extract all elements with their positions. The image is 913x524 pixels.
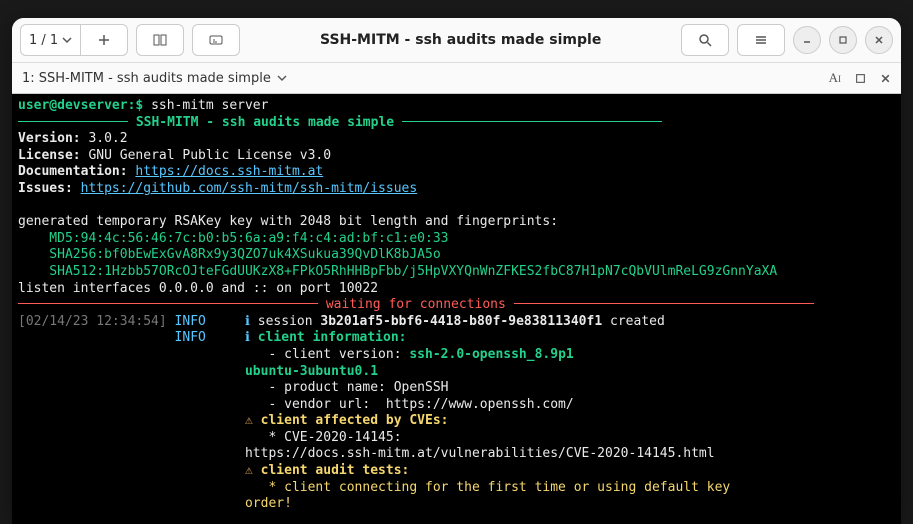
audit-item: * client connecting for the first time o…: [245, 480, 730, 495]
log-level: INFO: [175, 314, 206, 329]
fp-md5: MD5:94:4c:56:46:7c:b0:b5:6a:a9:f4:c4:ad:…: [18, 231, 895, 248]
minimize-icon: [802, 35, 812, 45]
audit-order: order!: [245, 496, 292, 511]
title-bar: 1 / 1 SSH-MITM - ssh audits made simple: [12, 18, 901, 63]
split-icon: [153, 33, 167, 47]
license-label: License:: [18, 148, 81, 163]
broadcast-button[interactable]: [192, 24, 240, 56]
info-icon: ℹ: [245, 330, 250, 345]
app-window: 1 / 1 SSH-MITM - ssh audits made simple: [12, 18, 901, 524]
tab-close-button[interactable]: [880, 73, 891, 84]
pager-label: 1 / 1: [29, 33, 58, 48]
new-tab-button[interactable]: [80, 24, 128, 56]
pager-group: 1 / 1: [20, 24, 128, 56]
menu-button[interactable]: [737, 24, 785, 56]
log-level: INFO: [175, 330, 206, 345]
issues-link[interactable]: https://github.com/ssh-mitm/ssh-mitm/iss…: [81, 181, 418, 196]
license: GNU General Public License v3.0: [81, 148, 331, 163]
session-pre: session: [258, 314, 321, 329]
maximize-button[interactable]: [829, 26, 857, 54]
client-info-header: client information:: [258, 330, 407, 345]
fp-sha256: SHA256:bf0bEwExGvA8Rx9y3QZO7uk4XSukua39Q…: [18, 247, 895, 264]
cve-header: client affected by CVEs:: [261, 413, 449, 428]
search-icon: [698, 33, 712, 47]
banner: SSH-MITM - ssh audits made simple: [128, 115, 402, 130]
split-button[interactable]: [136, 24, 184, 56]
rule-icon: [402, 121, 662, 122]
version-label: Version:: [18, 131, 81, 146]
gen-line: generated temporary RSAKey key with 2048…: [18, 214, 895, 231]
cve-item: * CVE-2020-14145:: [245, 430, 402, 445]
audit-header: client audit tests:: [261, 463, 410, 478]
rule-icon: [514, 303, 814, 304]
client-version-label: - client version:: [245, 347, 409, 362]
prompt: user@devserver:$: [18, 98, 151, 113]
client-version-ubuntu: ubuntu-3ubuntu0.1: [245, 364, 378, 379]
font-size-button[interactable]: AI: [829, 70, 841, 86]
client-version: ssh-2.0-openssh_8.9p1: [409, 347, 573, 362]
doc-label: Documentation:: [18, 164, 128, 179]
timestamp: [02/14/23 12:34:54]: [18, 314, 167, 329]
doc-link[interactable]: https://docs.ssh-mitm.at: [135, 164, 323, 179]
window-title: SSH-MITM - ssh audits made simple: [248, 32, 673, 48]
tab-bar: 1: SSH-MITM - ssh audits made simple AI: [12, 63, 901, 94]
vendor-line: - vendor url: https://www.openssh.com/: [245, 397, 574, 412]
hamburger-icon: [754, 33, 768, 47]
rule-icon: [18, 303, 318, 304]
search-button[interactable]: [681, 24, 729, 56]
rule-icon: [18, 121, 128, 122]
maximize-icon: [838, 35, 848, 45]
warning-icon: ⚠: [245, 413, 253, 428]
chevron-down-icon: [62, 35, 72, 45]
window-controls: [793, 26, 893, 54]
session-id: 3b201af5-bbf6-4418-b80f-9e83811340f1: [320, 314, 602, 329]
product-line: - product name: OpenSSH: [245, 380, 449, 395]
fp-sha512: SHA512:1Hzbb57ORcOJteFGdUUKzX8+FPkO5RhHH…: [18, 264, 895, 281]
waiting-label: waiting for connections: [318, 297, 514, 312]
listen-line: listen interfaces 0.0.0.0 and :: on port…: [18, 281, 895, 298]
info-icon: ℹ: [245, 314, 250, 329]
warning-icon: ⚠: [245, 463, 253, 478]
close-icon: [874, 35, 884, 45]
cve-url: https://docs.ssh-mitm.at/vulnerabilities…: [245, 446, 715, 461]
pager-button[interactable]: 1 / 1: [20, 24, 81, 56]
tab-maximize-button[interactable]: [855, 73, 866, 84]
tab-1[interactable]: 1: SSH-MITM - ssh audits made simple: [22, 71, 287, 86]
tab-right-controls: AI: [829, 70, 891, 86]
broadcast-icon: [209, 33, 223, 47]
plus-icon: [98, 34, 110, 46]
tab-title: 1: SSH-MITM - ssh audits made simple: [22, 71, 271, 86]
issues-label: Issues:: [18, 181, 73, 196]
close-button[interactable]: [865, 26, 893, 54]
terminal-output[interactable]: user@devserver:$ ssh-mitm server SSH-MIT…: [12, 94, 901, 524]
session-post: created: [602, 314, 665, 329]
version: 3.0.2: [81, 131, 128, 146]
minimize-button[interactable]: [793, 26, 821, 54]
command: ssh-mitm server: [151, 98, 268, 113]
chevron-down-icon: [277, 73, 287, 83]
